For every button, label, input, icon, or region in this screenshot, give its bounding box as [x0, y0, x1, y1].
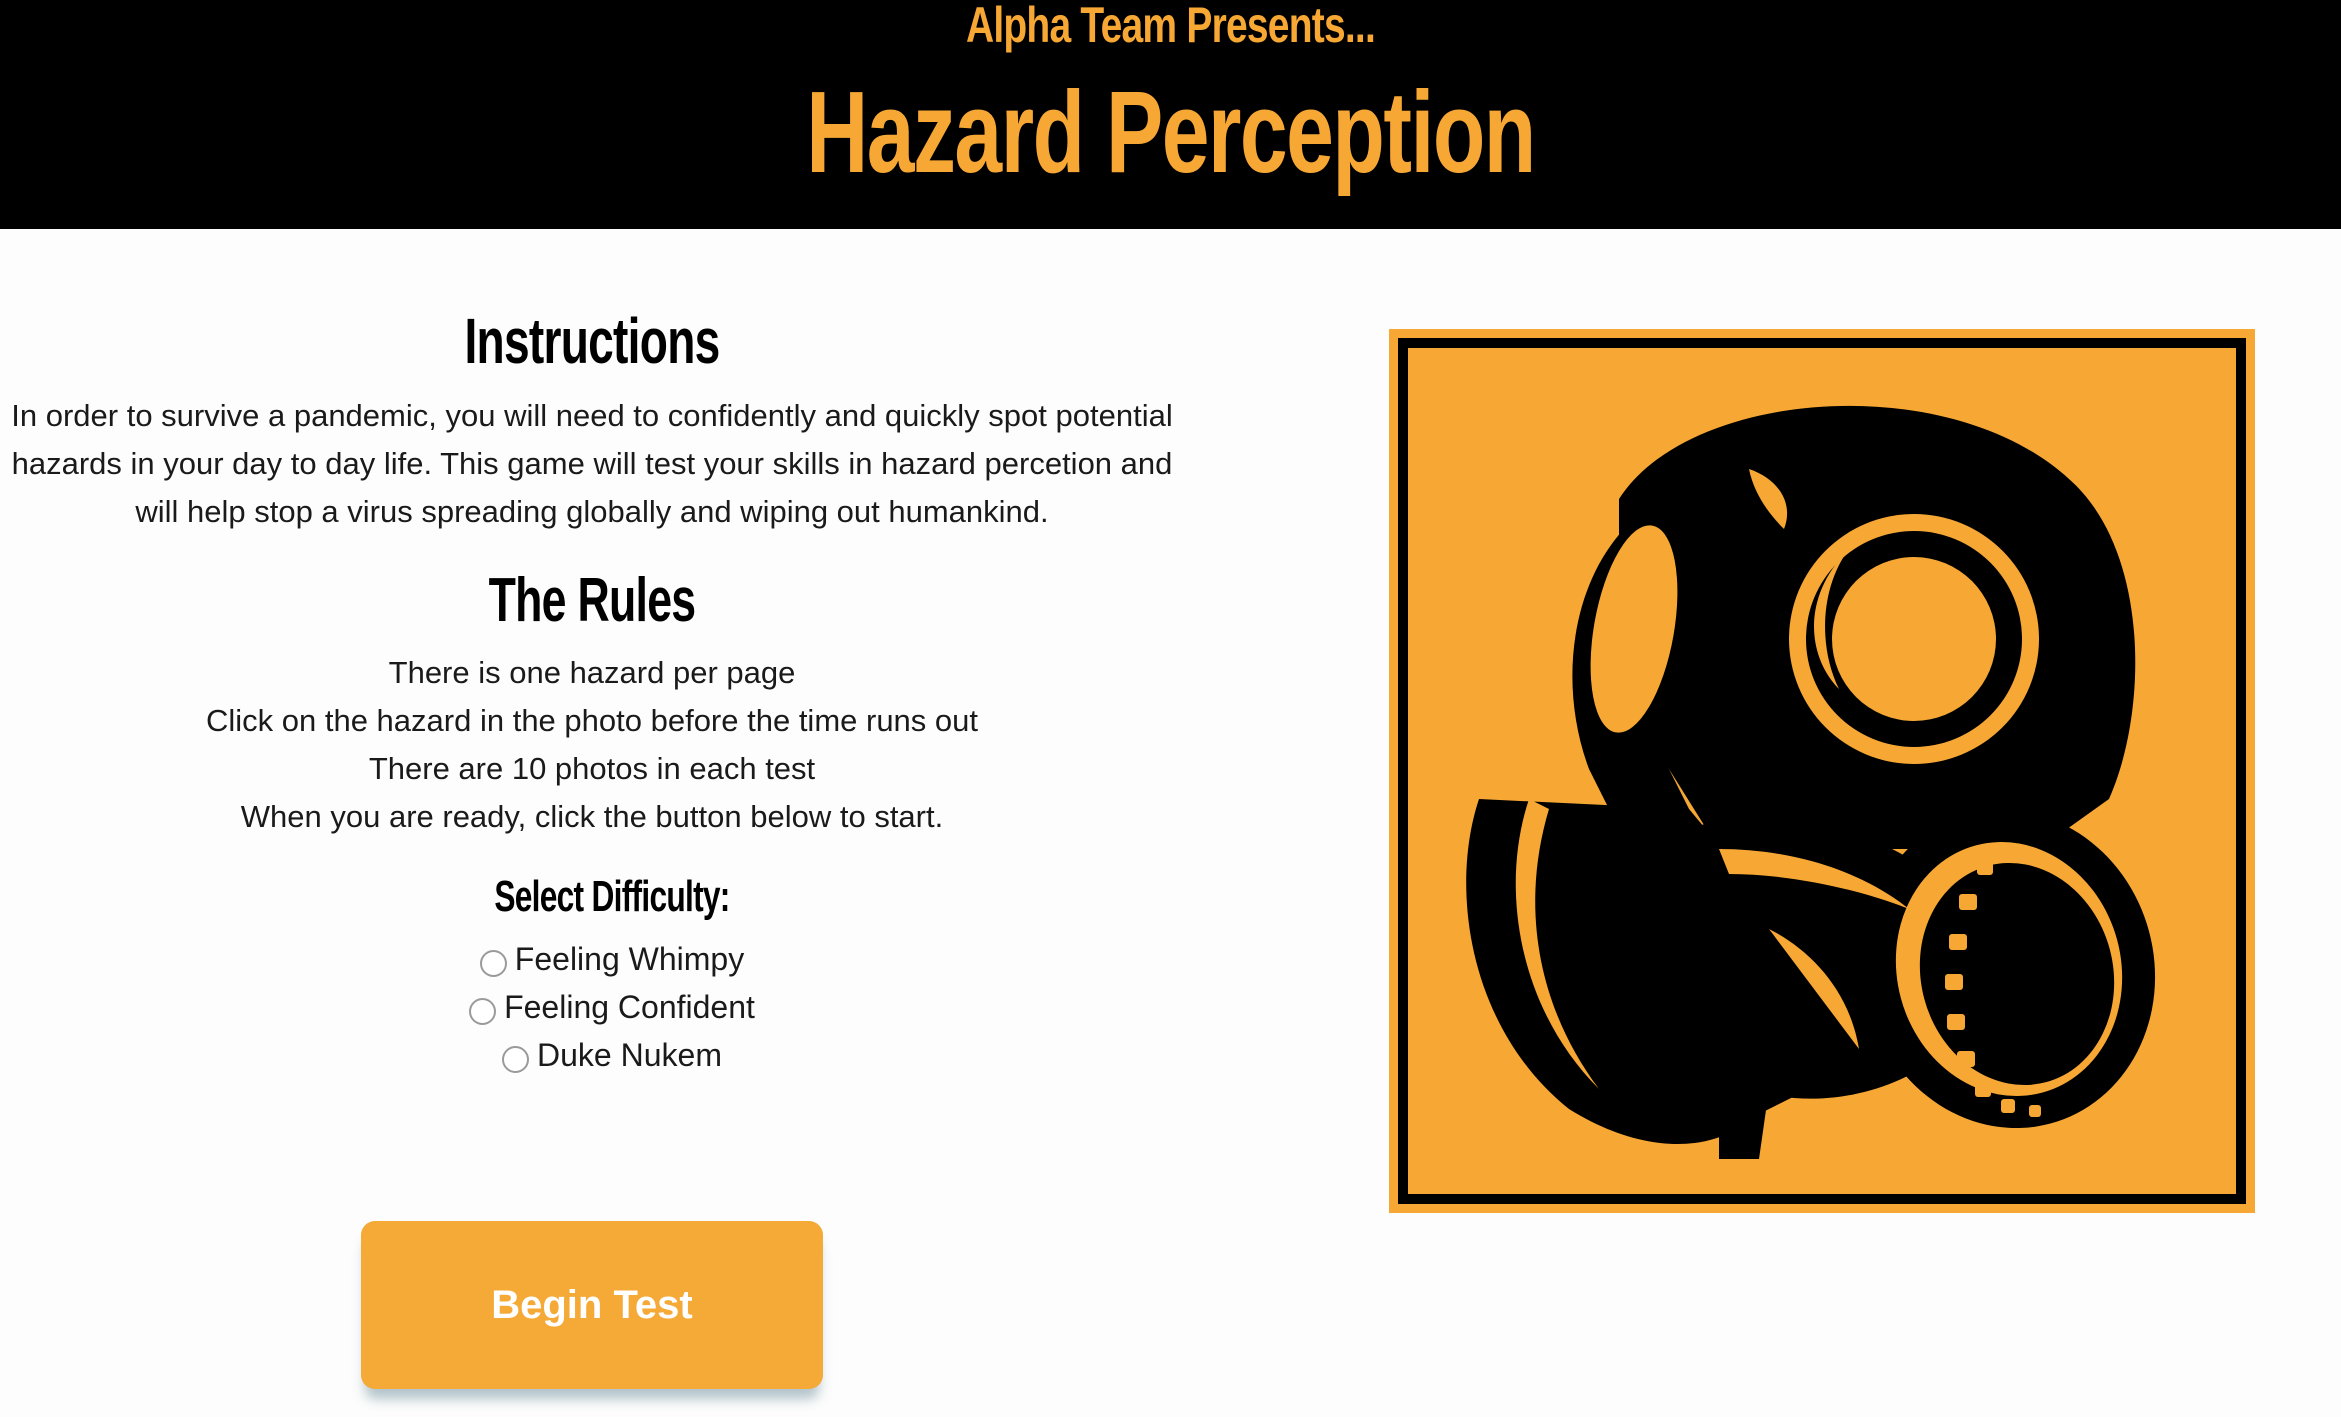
rule-item: There is one hazard per page — [388, 655, 796, 690]
difficulty-option-whimpy[interactable]: Feeling Whimpy — [0, 935, 1224, 983]
rules-heading: The Rules — [488, 566, 697, 635]
instructions-line: In order to survive a pandemic, you will… — [11, 398, 1173, 433]
difficulty-option-label: Feeling Whimpy — [514, 940, 745, 977]
instructions-panel: Instructions In order to survive a pande… — [0, 229, 1184, 1417]
page-header: Alpha Team Presents... Hazard Perception — [0, 0, 2341, 229]
page-title: Hazard Perception — [806, 67, 1536, 197]
difficulty-heading: Select Difficulty: — [494, 872, 730, 921]
difficulty-radio-confident[interactable] — [469, 997, 497, 1025]
instructions-text: In order to survive a pandemic, you will… — [0, 392, 1284, 536]
rule-item: Click on the hazard in the photo before … — [205, 703, 979, 738]
header-presents: Alpha Team Presents... — [965, 0, 1376, 53]
begin-test-button[interactable]: Begin Test — [361, 1221, 823, 1389]
difficulty-radio-duke-nukem[interactable] — [502, 1045, 530, 1073]
rule-item: There are 10 photos in each test — [368, 751, 816, 786]
instructions-heading: Instructions — [464, 305, 720, 377]
rules-list: There is one hazard per page Click on th… — [0, 649, 1184, 841]
difficulty-option-label: Feeling Confident — [504, 988, 755, 1025]
instructions-line: will help stop a virus spreading globall… — [135, 494, 1049, 529]
instructions-line: hazards in your day to day life. This ga… — [11, 446, 1173, 481]
rule-item: When you are ready, click the button bel… — [240, 799, 944, 834]
difficulty-option-confident[interactable]: Feeling Confident — [0, 983, 1224, 1031]
difficulty-options: Feeling Whimpy Feeling Confident Duke Nu… — [0, 935, 1224, 1079]
difficulty-radio-whimpy[interactable] — [479, 949, 507, 977]
difficulty-option-duke-nukem[interactable]: Duke Nukem — [0, 1031, 1224, 1079]
gas-mask-icon — [1389, 329, 2255, 1213]
difficulty-option-label: Duke Nukem — [537, 1036, 722, 1073]
